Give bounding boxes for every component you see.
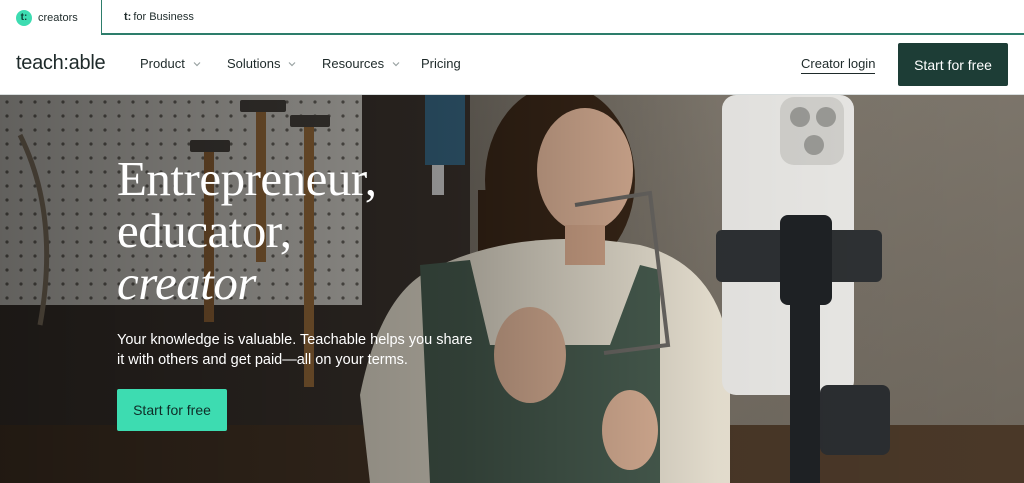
tab-business[interactable]: t: for Business [101,0,1024,35]
chevron-down-icon [289,61,296,66]
tab-creators[interactable]: t: creators [0,0,101,35]
teachable-mini-logo: t: [124,10,132,23]
tab-creators-label: creators [38,11,78,24]
hero-start-for-free-button[interactable]: Start for free [117,389,227,431]
nav-item-label: Product [140,56,185,71]
nav-item-pricing[interactable]: Pricing [421,56,461,71]
nav-item-label: Solutions [227,56,281,71]
audience-switcher: t: creators t: for Business [0,0,1024,35]
headline-line-1: Entrepreneur, [117,151,377,206]
hero-headline: Entrepreneur, educator, creator [117,153,497,309]
hero-subcopy: Your knowledge is valuable. Teachable he… [117,332,473,368]
main-nav: teach:able Product Solutions Resources P… [0,35,1024,95]
nav-item-label: Pricing [421,56,461,71]
chevron-down-icon [193,61,201,66]
hero-headline-block: Entrepreneur, educator, creator [117,153,497,309]
hero-section: Entrepreneur, educator, creator Your kno… [0,95,1024,483]
headline-line-3: creator [117,255,256,310]
headline-line-2: educator, [117,203,292,258]
nav-item-solutions[interactable]: Solutions [227,56,296,71]
start-for-free-button[interactable]: Start for free [898,43,1008,86]
nav-item-label: Resources [322,56,385,71]
creator-login-link[interactable]: Creator login [801,56,876,74]
nav-item-product[interactable]: Product [140,56,201,71]
brand-logo[interactable]: teach:able [16,52,106,75]
nav-item-resources[interactable]: Resources [322,56,400,71]
teachable-logo-icon: t: [16,9,32,26]
chevron-down-icon [392,61,400,66]
tab-business-label: for Business [133,10,194,23]
